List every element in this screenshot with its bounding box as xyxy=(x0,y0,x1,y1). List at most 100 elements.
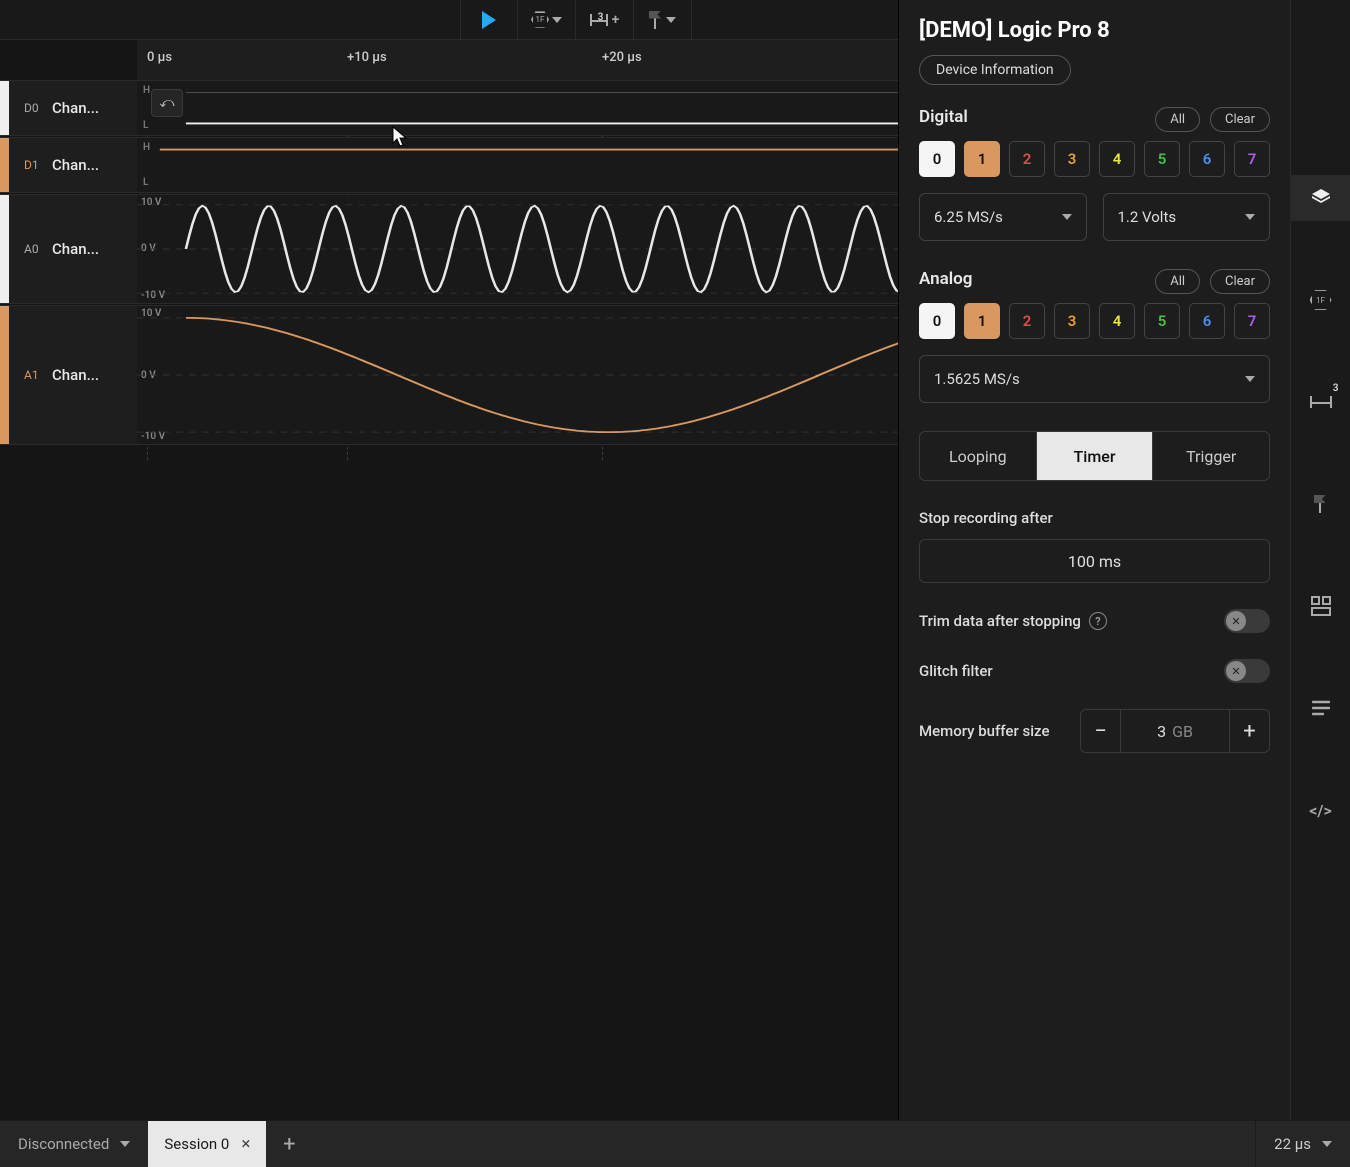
tab-timer[interactable]: Timer xyxy=(1037,432,1154,480)
stop-recording-label: Stop recording after xyxy=(919,509,1270,527)
rail-analyzer-button[interactable]: 1F xyxy=(1291,277,1350,323)
rail-notes-button[interactable] xyxy=(1291,685,1350,731)
digital-channel-3[interactable]: 3 xyxy=(1054,141,1090,177)
digital-channel-0[interactable]: 0 xyxy=(919,141,955,177)
channel-label[interactable]: A0 Chan... xyxy=(0,195,137,303)
channel-label[interactable]: D0 Chan... xyxy=(0,81,137,135)
grid-icon xyxy=(1310,595,1332,617)
glitch-filter-label: Glitch filter xyxy=(919,662,993,680)
device-info-button[interactable]: Device Information xyxy=(919,55,1071,85)
channel-id: D0 xyxy=(24,101,52,115)
rail-terminal-button[interactable]: </> xyxy=(1291,787,1350,833)
rail-marker-button[interactable] xyxy=(1291,481,1350,527)
play-button[interactable] xyxy=(460,0,518,39)
reset-view-button[interactable]: ⤺ xyxy=(151,89,183,117)
analog-channel-6[interactable]: 6 xyxy=(1189,303,1225,339)
marker-dropdown[interactable] xyxy=(634,0,692,39)
help-icon[interactable]: ? xyxy=(1089,612,1107,630)
analog-channel-1[interactable]: 1 xyxy=(964,303,1000,339)
connection-status[interactable]: Disconnected xyxy=(0,1121,148,1167)
digital-channel-4[interactable]: 4 xyxy=(1099,141,1135,177)
list-icon xyxy=(1310,697,1332,719)
digital-section-heading: Digital xyxy=(919,107,968,127)
code-icon: </> xyxy=(1309,801,1332,820)
ruler-icon: 3 xyxy=(590,14,608,26)
digital-clear-button[interactable]: Clear xyxy=(1210,107,1270,132)
layers-icon xyxy=(1309,186,1333,210)
channel-label[interactable]: A1 Chan... xyxy=(0,306,137,444)
chevron-down-icon xyxy=(552,17,562,23)
analog-channel-2[interactable]: 2 xyxy=(1009,303,1045,339)
digital-channel-6[interactable]: 6 xyxy=(1189,141,1225,177)
rail-badge: 3 xyxy=(1333,383,1339,394)
chevron-down-icon xyxy=(1245,214,1255,220)
close-icon[interactable]: × xyxy=(241,1134,250,1154)
trim-data-label: Trim data after stopping? xyxy=(919,612,1107,630)
add-session-button[interactable]: + xyxy=(266,1121,312,1167)
bottom-bar: Disconnected Session 0× + 22 μs xyxy=(0,1120,1350,1167)
hexagon-icon: 1F xyxy=(1310,289,1332,311)
zoom-level[interactable]: 22 μs xyxy=(1255,1121,1350,1167)
protocol-dropdown[interactable]: 1F xyxy=(518,0,576,39)
session-tab[interactable]: Session 0× xyxy=(148,1121,266,1167)
channel-id: A0 xyxy=(24,242,52,256)
analog-all-button[interactable]: All xyxy=(1155,269,1200,294)
digital-channel-1[interactable]: 1 xyxy=(964,141,1000,177)
analog-channel-grid: 0 1 2 3 4 5 6 7 xyxy=(919,303,1270,339)
channel-name: Chan... xyxy=(52,156,99,174)
chevron-down-icon xyxy=(1062,214,1072,220)
play-icon xyxy=(482,11,496,29)
analog-clear-button[interactable]: Clear xyxy=(1210,269,1270,294)
chevron-down-icon xyxy=(1245,376,1255,382)
hexagon-icon: 1F xyxy=(531,11,549,29)
digital-voltage-select[interactable]: 1.2 Volts xyxy=(1103,193,1271,241)
digital-sample-rate-select[interactable]: 6.25 MS/s xyxy=(919,193,1087,241)
panel-title: [DEMO] Logic Pro 8 xyxy=(919,18,1270,43)
analog-section-heading: Analog xyxy=(919,269,972,289)
plus-icon: + xyxy=(612,12,620,28)
toggle-knob: ✕ xyxy=(1226,661,1246,681)
channel-label[interactable]: D1 Chan... xyxy=(0,138,137,192)
analog-channel-7[interactable]: 7 xyxy=(1234,303,1270,339)
channel-id: A1 xyxy=(24,368,52,382)
analog-sample-rate-select[interactable]: 1.5625 MS/s xyxy=(919,355,1270,403)
memory-increment-button[interactable]: + xyxy=(1229,710,1269,752)
analog-channel-5[interactable]: 5 xyxy=(1144,303,1180,339)
right-icon-rail: 1F 3 </> xyxy=(1290,0,1350,1120)
digital-channel-grid: 0 1 2 3 4 5 6 7 xyxy=(919,141,1270,177)
time-tick: 0 μs xyxy=(147,50,172,65)
memory-value[interactable]: 3GB xyxy=(1121,710,1229,752)
tab-looping[interactable]: Looping xyxy=(920,432,1037,480)
ruler-icon xyxy=(1310,396,1332,408)
chevron-down-icon xyxy=(120,1141,130,1147)
rail-layout-button[interactable] xyxy=(1291,583,1350,629)
analog-channel-0[interactable]: 0 xyxy=(919,303,955,339)
analog-channel-4[interactable]: 4 xyxy=(1099,303,1135,339)
channel-id: D1 xyxy=(24,158,52,172)
channel-name: Chan... xyxy=(52,366,99,384)
digital-channel-2[interactable]: 2 xyxy=(1009,141,1045,177)
toggle-knob: ✕ xyxy=(1226,611,1246,631)
flag-icon xyxy=(649,11,663,29)
time-tick: +10 μs xyxy=(347,50,387,65)
channel-name: Chan... xyxy=(52,240,99,258)
rail-device-button[interactable] xyxy=(1291,175,1350,221)
memory-decrement-button[interactable]: − xyxy=(1081,710,1121,752)
analog-channel-3[interactable]: 3 xyxy=(1054,303,1090,339)
tab-trigger[interactable]: Trigger xyxy=(1153,432,1269,480)
digital-channel-7[interactable]: 7 xyxy=(1234,141,1270,177)
rail-measure-button[interactable]: 3 xyxy=(1291,379,1350,425)
trim-data-toggle[interactable]: ✕ xyxy=(1224,609,1270,633)
stop-recording-input[interactable]: 100 ms xyxy=(919,539,1270,583)
channel-name: Chan... xyxy=(52,99,99,117)
glitch-filter-toggle[interactable]: ✕ xyxy=(1224,659,1270,683)
capture-mode-tabs: Looping Timer Trigger xyxy=(919,431,1270,481)
digital-all-button[interactable]: All xyxy=(1155,107,1200,132)
time-tick: +20 μs xyxy=(602,50,642,65)
flag-icon xyxy=(1314,495,1328,513)
measure-dropdown[interactable]: 3 + xyxy=(576,0,634,39)
digital-channel-5[interactable]: 5 xyxy=(1144,141,1180,177)
chevron-down-icon xyxy=(1322,1141,1332,1147)
memory-buffer-label: Memory buffer size xyxy=(919,722,1050,740)
chevron-down-icon xyxy=(666,17,676,23)
